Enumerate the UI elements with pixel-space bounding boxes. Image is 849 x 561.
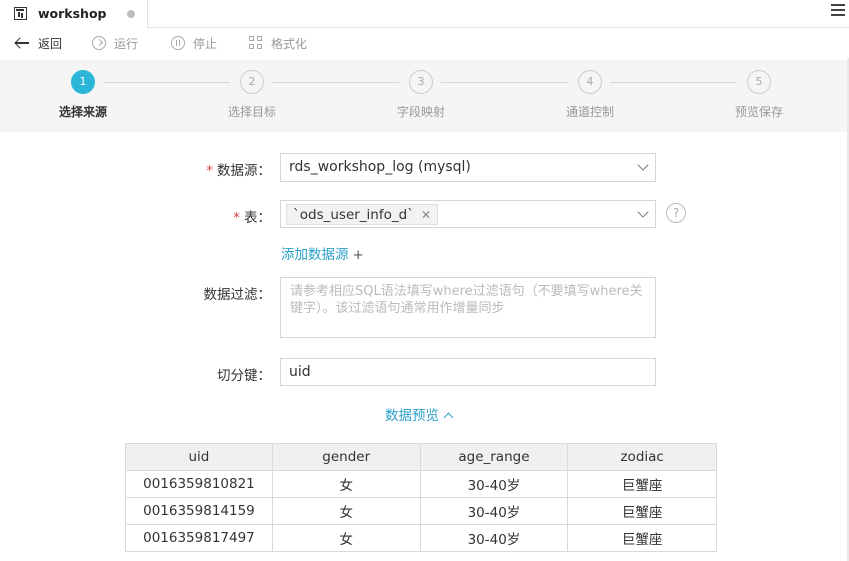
tab-title: workshop	[38, 6, 107, 21]
table-row: 0016359814159 女 30-40岁 巨蟹座	[125, 497, 717, 525]
preview-table: uid gender age_range zodiac 001635981082…	[125, 443, 717, 552]
filter-label: 数据过滤：	[203, 287, 272, 303]
chevron-down-icon	[637, 206, 649, 218]
step-preview-save[interactable]: 5 预览保存	[709, 70, 809, 120]
step-label: 选择来源	[58, 105, 107, 119]
chevron-up-icon	[443, 412, 454, 423]
back-button[interactable]: 返回	[14, 34, 62, 52]
run-icon	[92, 36, 106, 50]
arrow-left-icon	[14, 36, 30, 50]
run-label: 运行	[114, 36, 139, 51]
toolbar: 返回 运行 停止 格式化	[0, 28, 849, 58]
table-cell: 0016359814159	[125, 497, 273, 525]
table-label: * 表：	[233, 210, 271, 226]
filter-textarea[interactable]: 请参考相应SQL语法填写where过滤语句（不要填写where关键字）。该过滤语…	[280, 277, 656, 338]
step-number: 1	[71, 70, 95, 94]
step-number: 2	[240, 70, 264, 94]
add-datasource-link[interactable]: 添加数据源 +	[281, 243, 364, 263]
menu-icon[interactable]	[831, 4, 845, 18]
tab-workshop[interactable]: workshop	[0, 0, 148, 28]
split-key-label: 切分键：	[217, 368, 271, 384]
split-key-input[interactable]: uid	[280, 358, 656, 386]
step-number: 4	[578, 70, 602, 94]
step-select-source[interactable]: 1 选择来源	[33, 70, 133, 120]
workflow-icon	[14, 7, 27, 20]
run-button[interactable]: 运行	[92, 34, 138, 52]
step-select-target[interactable]: 2 选择目标	[202, 70, 302, 120]
back-label: 返回	[38, 36, 63, 51]
stop-icon	[171, 36, 185, 50]
column-header: age_range	[419, 443, 569, 471]
add-datasource-label: 添加数据源	[281, 247, 349, 263]
step-label: 字段映射	[396, 105, 445, 119]
table-cell: 30-40岁	[419, 497, 569, 525]
step-channel-control[interactable]: 4 通道控制	[540, 70, 640, 120]
step-field-mapping[interactable]: 3 字段映射	[371, 70, 471, 120]
format-icon	[249, 36, 263, 50]
table-cell: 女	[271, 524, 421, 552]
column-header: gender	[271, 443, 421, 471]
table-cell: 女	[271, 470, 421, 498]
format-button[interactable]: 格式化	[249, 34, 307, 52]
tab-bar: workshop	[0, 0, 849, 28]
chevron-down-icon	[637, 159, 649, 171]
table-cell: 0016359810821	[125, 470, 273, 498]
datasource-select[interactable]: rds_workshop_log (mysql)	[280, 153, 656, 182]
step-number: 5	[747, 70, 771, 94]
data-preview-label: 数据预览	[385, 408, 439, 424]
plus-icon: +	[352, 247, 364, 263]
step-label: 通道控制	[565, 105, 614, 119]
column-header: zodiac	[567, 443, 717, 471]
table-cell: 0016359817497	[125, 524, 273, 552]
format-label: 格式化	[271, 36, 308, 51]
table-cell: 巨蟹座	[567, 497, 717, 525]
table-header-row: uid gender age_range zodiac	[125, 443, 717, 471]
table-select[interactable]: `ods_user_info_d` ✕	[280, 200, 656, 228]
table-cell: 女	[271, 497, 421, 525]
step-label: 预览保存	[734, 105, 783, 119]
close-icon[interactable]: ✕	[421, 208, 431, 222]
step-number: 3	[409, 70, 433, 94]
column-header: uid	[125, 443, 273, 471]
table-row: 0016359817497 女 30-40岁 巨蟹座	[125, 524, 717, 552]
table-row: 0016359810821 女 30-40岁 巨蟹座	[125, 470, 717, 498]
datasource-value: rds_workshop_log (mysql)	[289, 159, 471, 175]
table-cell: 30-40岁	[419, 470, 569, 498]
table-tag: `ods_user_info_d` ✕	[286, 204, 439, 225]
required-icon: *	[206, 163, 213, 179]
stop-label: 停止	[193, 36, 218, 51]
required-icon: *	[233, 210, 240, 226]
datasource-label: * 数据源：	[206, 163, 271, 179]
table-cell: 30-40岁	[419, 524, 569, 552]
wizard-steps: 1 选择来源 2 选择目标 3 字段映射 4 通道控制 5 预览保存	[0, 60, 849, 132]
table-cell: 巨蟹座	[567, 470, 717, 498]
stop-button[interactable]: 停止	[171, 34, 217, 52]
data-preview-toggle[interactable]: 数据预览	[385, 404, 454, 424]
step-label: 选择目标	[227, 105, 276, 119]
help-icon[interactable]: ?	[666, 203, 686, 223]
table-cell: 巨蟹座	[567, 524, 717, 552]
table-tag-label: `ods_user_info_d`	[293, 206, 414, 223]
unsaved-dot-icon[interactable]	[127, 10, 135, 18]
